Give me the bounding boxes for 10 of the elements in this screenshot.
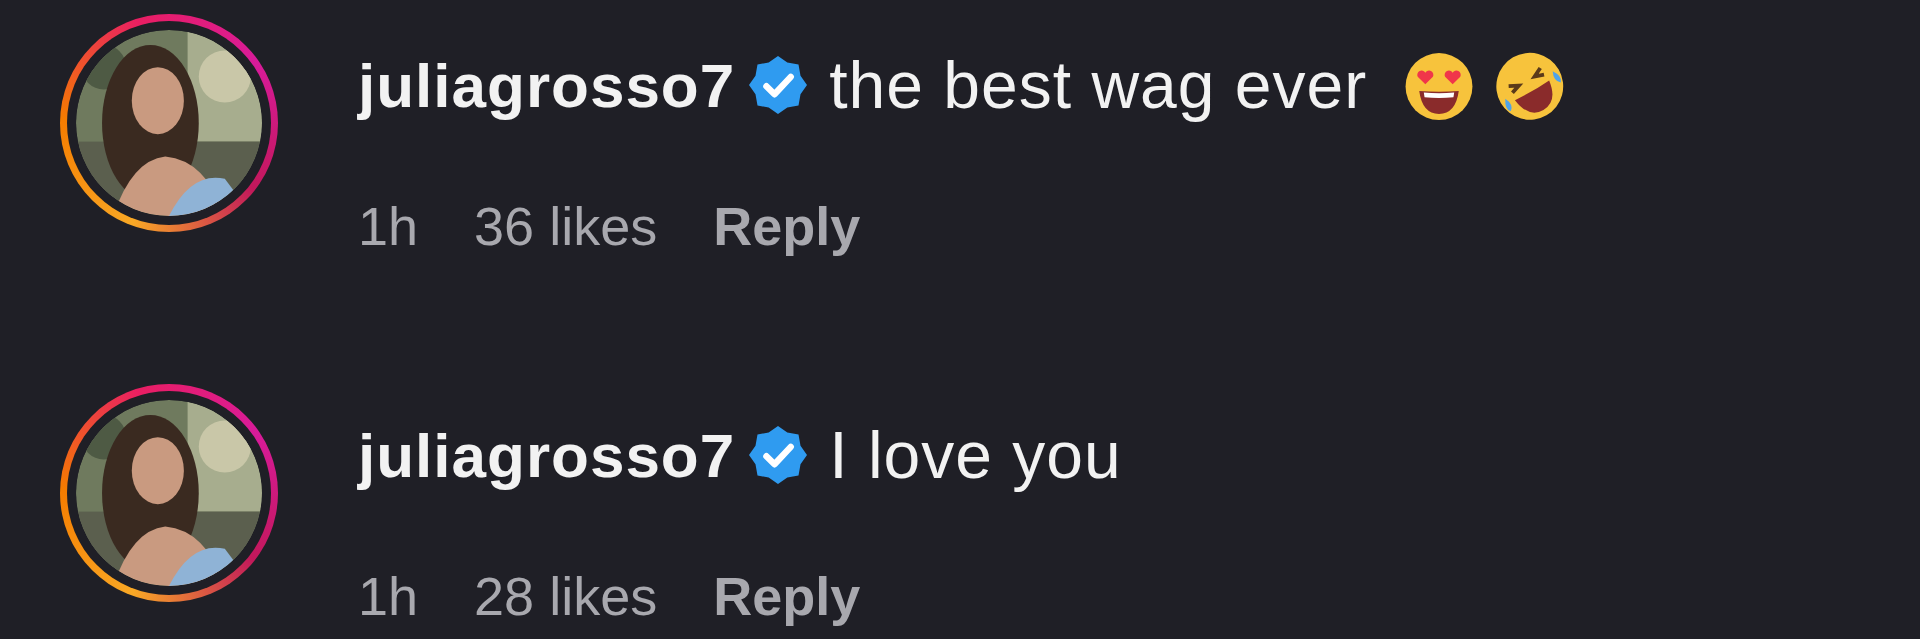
reply-link[interactable]: Reply [713, 195, 861, 257]
username[interactable]: juliagrosso7 [358, 419, 736, 491]
like-count: 28 likes [474, 565, 658, 627]
like-count: 36 likes [474, 195, 658, 257]
username[interactable]: juliagrosso7 [358, 49, 736, 121]
comment-time: 1h [358, 195, 419, 257]
comment-time: 1h [358, 565, 419, 627]
comment-text: the best wag ever [829, 47, 1368, 123]
reply-link[interactable]: Reply [713, 565, 861, 627]
comment-text: I love you [829, 417, 1122, 493]
